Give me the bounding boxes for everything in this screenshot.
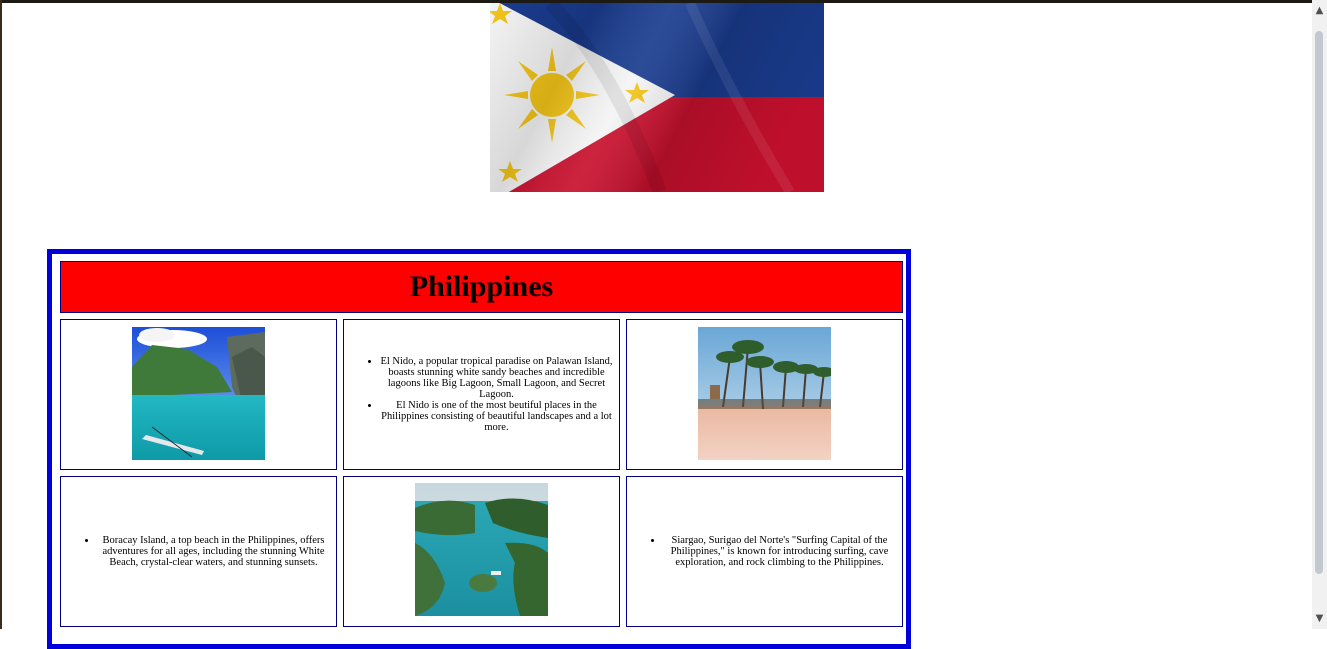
siargao-description-cell: Siargao, Surigao del Norte's "Surfing Ca… <box>626 476 903 627</box>
el-nido-description-cell: El Nido, a popular tropical paradise on … <box>343 319 620 470</box>
list-item: El Nido is one of the most beutiful plac… <box>380 400 613 433</box>
siargao-list: Siargao, Surigao del Norte's "Surfing Ca… <box>627 535 902 568</box>
window-left-border <box>0 0 2 629</box>
beach-photo-cell <box>626 319 903 470</box>
philippine-flag-image <box>490 3 824 192</box>
list-item: Siargao, Surigao del Norte's "Surfing Ca… <box>663 535 896 568</box>
list-item: El Nido, a popular tropical paradise on … <box>380 356 613 400</box>
lagoon-islands-photo <box>415 483 548 616</box>
el-nido-photo <box>132 327 265 460</box>
page-title: Philippines <box>409 270 554 303</box>
el-nido-list: El Nido, a popular tropical paradise on … <box>344 356 619 433</box>
vertical-scrollbar[interactable]: ▲ ▼ <box>1312 0 1327 629</box>
header-cell: Philippines <box>60 261 903 313</box>
list-item: Boracay Island, a top beach in the Phili… <box>97 535 330 568</box>
chevron-down-icon[interactable]: ▼ <box>1312 610 1327 627</box>
boracay-list: Boracay Island, a top beach in the Phili… <box>61 535 336 568</box>
scrollbar-thumb[interactable] <box>1315 31 1323 574</box>
lagoon-photo-cell <box>343 476 620 627</box>
beach-palms-photo <box>698 327 831 460</box>
chevron-up-icon[interactable]: ▲ <box>1312 2 1327 19</box>
destinations-table: Philippines • El Nido, a popular tropica… <box>47 249 911 649</box>
boracay-description-cell: Boracay Island, a top beach in the Phili… <box>60 476 337 627</box>
el-nido-photo-cell <box>60 319 337 470</box>
